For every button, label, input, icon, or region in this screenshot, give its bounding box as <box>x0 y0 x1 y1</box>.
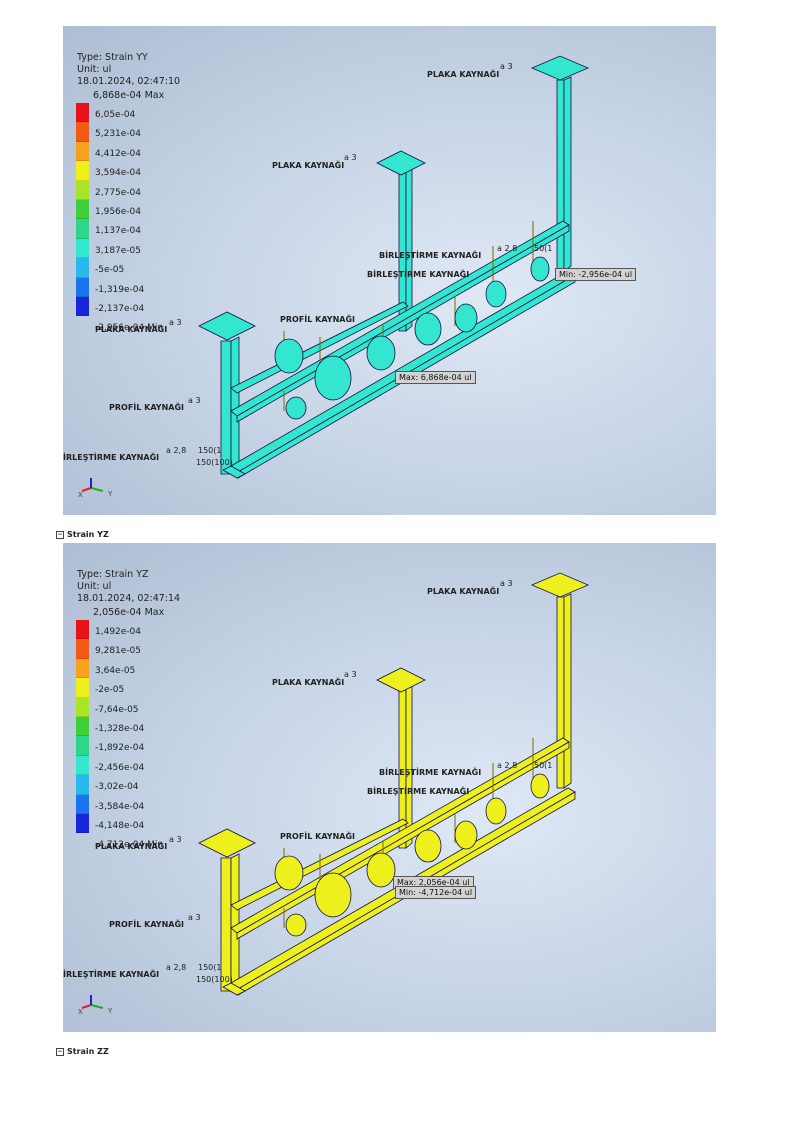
weld-label-profile-upper: PROFİL KAYNAĞI <box>280 832 355 841</box>
axis-y-label: Y <box>107 490 113 498</box>
section-header-strain-yz[interactable]: − Strain YZ <box>56 530 109 539</box>
weld-label-joint-1: BİRLEŞTİRME KAYNAĞI <box>379 768 482 777</box>
weld-size-a3-left: a 3 <box>169 318 182 327</box>
weld-label-joint-left: İRLEŞTİRME KAYNAĞI <box>63 970 160 979</box>
weld-size-a3-right: a 3 <box>500 62 513 71</box>
weld-length-150: 150(1 <box>198 446 222 455</box>
weld-size-a3-profile: a 3 <box>188 396 201 405</box>
axis-y-label: Y <box>107 1007 113 1015</box>
collapse-icon[interactable]: − <box>56 530 64 539</box>
weld-label-profile: PROFİL KAYNAĞI <box>109 403 184 412</box>
weld-label-profile-upper: PROFİL KAYNAĞI <box>280 315 355 324</box>
weld-label-plate-mid: PLAKA KAYNAĞI <box>272 678 345 687</box>
axis-x-label: X <box>78 491 83 498</box>
weld-label-joint-2: BİRLEŞTİRME KAYNAĞI <box>367 270 470 279</box>
weld-label-joint-2: BİRLEŞTİRME KAYNAĞI <box>367 787 470 796</box>
weld-length-150-100: 150(100) <box>196 975 233 984</box>
section-header-strain-zz[interactable]: − Strain ZZ <box>56 1047 109 1056</box>
weld-label-plate-right: PLAKA KAYNAĞI <box>427 587 500 596</box>
weld-length-50: 50(1 <box>534 244 553 253</box>
weld-size-a3-mid: a 3 <box>344 153 357 162</box>
result-viewport-strain-yy[interactable]: Type: Strain YY Unit: ul 18.01.2024, 02:… <box>63 26 716 515</box>
probe-min[interactable]: Min: -2,956e-04 ul <box>555 268 637 281</box>
weld-label-profile: PROFİL KAYNAĞI <box>109 920 184 929</box>
section-title: Strain YZ <box>67 530 109 539</box>
section-title: Strain ZZ <box>67 1047 109 1056</box>
weld-size-a28-left: a 2,8 <box>166 963 187 972</box>
weld-length-50: 50(1 <box>534 761 553 770</box>
weld-label-plate-left: PLAKA KAYNAĞI <box>95 842 168 851</box>
weld-size-a3-right: a 3 <box>500 579 513 588</box>
weld-length-150: 150(1 <box>198 963 222 972</box>
weld-label-joint-left: İRLEŞTİRME KAYNAĞI <box>63 453 160 462</box>
weld-length-150-100: 150(100) <box>196 458 233 467</box>
weld-size-a3-mid: a 3 <box>344 670 357 679</box>
weld-size-a28-right: a 2,8 <box>497 761 518 770</box>
weld-label-plate-mid: PLAKA KAYNAĞI <box>272 161 345 170</box>
probe-max[interactable]: Max: 6,868e-04 ul <box>395 371 476 384</box>
result-viewport-strain-yz[interactable]: Type: Strain YZ Unit: ul 18.01.2024, 02:… <box>63 543 716 1032</box>
axis-triad: X Y <box>78 478 113 498</box>
weld-size-a28-left: a 2,8 <box>166 446 187 455</box>
weld-size-a28-right: a 2,8 <box>497 244 518 253</box>
weld-size-a3-profile: a 3 <box>188 913 201 922</box>
weld-label-joint-1: BİRLEŞTİRME KAYNAĞI <box>379 251 482 260</box>
weld-label-plate-right: PLAKA KAYNAĞI <box>427 70 500 79</box>
collapse-icon[interactable]: − <box>56 1047 64 1056</box>
axis-x-label: X <box>78 1008 83 1015</box>
weld-size-a3-left: a 3 <box>169 835 182 844</box>
axis-triad: X Y <box>78 995 113 1015</box>
weld-label-plate-left: PLAKA KAYNAĞI <box>95 325 168 334</box>
probe-min[interactable]: Min: -4,712e-04 ul <box>395 886 477 899</box>
